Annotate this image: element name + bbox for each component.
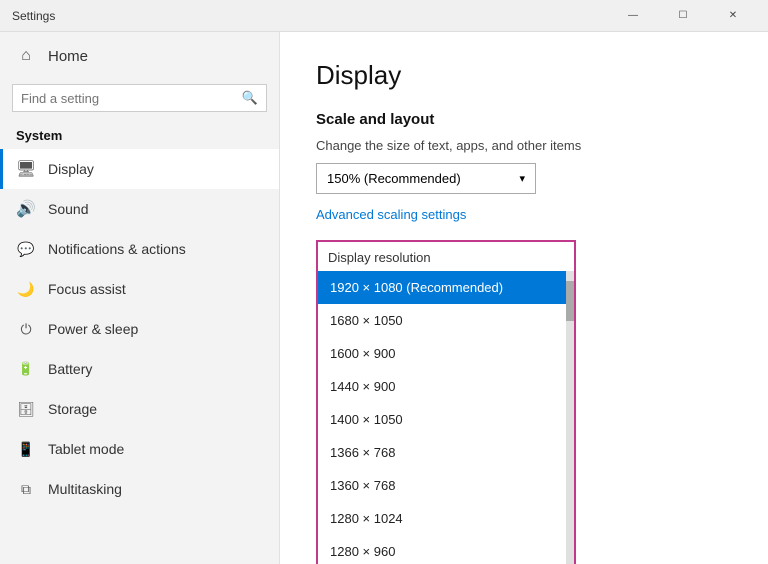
maximize-button[interactable]: ☐ — [660, 0, 706, 32]
resolution-item-6[interactable]: 1360 × 768 — [318, 469, 566, 502]
resolution-item-4[interactable]: 1400 × 1050 — [318, 403, 566, 436]
display-icon: 🖥 — [16, 159, 36, 179]
resolution-list: 1920 × 1080 (Recommended) 1680 × 1050 16… — [318, 271, 566, 564]
sidebar-item-label: Multitasking — [48, 481, 122, 497]
home-icon: ⌂ — [16, 46, 36, 66]
resolution-item-8[interactable]: 1280 × 960 — [318, 535, 566, 564]
search-icon: 🔍 — [242, 90, 258, 106]
sidebar-item-notifications[interactable]: 💬 Notifications & actions — [0, 229, 279, 269]
tablet-icon: 📱 — [16, 439, 36, 459]
titlebar: Settings — ☐ ✕ — [0, 0, 768, 32]
sidebar-item-power-sleep[interactable]: ⏻ Power & sleep — [0, 309, 279, 349]
sidebar-item-label: Display — [48, 161, 94, 177]
battery-icon: 🔋 — [16, 359, 36, 379]
window-controls: — ☐ ✕ — [610, 0, 756, 32]
notifications-icon: 💬 — [16, 239, 36, 259]
sidebar-item-label: Notifications & actions — [48, 241, 186, 257]
minimize-button[interactable]: — — [610, 0, 656, 32]
sidebar-item-battery[interactable]: 🔋 Battery — [0, 349, 279, 389]
sidebar-item-tablet-mode[interactable]: 📱 Tablet mode — [0, 429, 279, 469]
sidebar-item-label: Storage — [48, 401, 97, 417]
sidebar-item-label: Tablet mode — [48, 441, 124, 457]
main-content: Display Scale and layout Change the size… — [280, 32, 768, 564]
search-box[interactable]: 🔍 — [12, 84, 267, 112]
sidebar-item-storage[interactable]: 🗄 Storage — [0, 389, 279, 429]
scale-dropdown-value: 150% (Recommended) — [327, 171, 461, 186]
sidebar-home[interactable]: ⌂ Home — [0, 32, 279, 80]
scale-dropdown[interactable]: 150% (Recommended) ▾ — [316, 163, 536, 194]
sound-icon: 🔊 — [16, 199, 36, 219]
resolution-box-label: Display resolution — [318, 242, 574, 271]
home-label: Home — [48, 48, 88, 65]
focus-assist-icon: 🌙 — [16, 279, 36, 299]
sidebar-item-label: Sound — [48, 201, 88, 217]
resolution-item-5[interactable]: 1366 × 768 — [318, 436, 566, 469]
resolution-item-3[interactable]: 1440 × 900 — [318, 370, 566, 403]
sidebar-item-label: Power & sleep — [48, 321, 138, 337]
sidebar-item-label: Battery — [48, 361, 92, 377]
page-title: Display — [316, 60, 732, 91]
scale-section-title: Scale and layout — [316, 111, 732, 128]
multitasking-icon: ⧉ — [16, 479, 36, 499]
scrollbar-thumb[interactable] — [566, 281, 574, 321]
scale-description: Change the size of text, apps, and other… — [316, 138, 732, 153]
power-icon: ⏻ — [16, 319, 36, 339]
sidebar-item-multitasking[interactable]: ⧉ Multitasking — [0, 469, 279, 509]
advanced-scaling-link[interactable]: Advanced scaling settings — [316, 207, 466, 222]
sidebar-item-display[interactable]: 🖥 Display — [0, 149, 279, 189]
storage-icon: 🗄 — [16, 399, 36, 419]
resolution-item-2[interactable]: 1600 × 900 — [318, 337, 566, 370]
app-body: ⌂ Home 🔍 System 🖥 Display 🔊 Sound 💬 Noti… — [0, 32, 768, 564]
app-title: Settings — [12, 9, 55, 23]
close-button[interactable]: ✕ — [710, 0, 756, 32]
sidebar-section-label: System — [0, 120, 279, 149]
search-input[interactable] — [21, 91, 236, 106]
sidebar-item-focus-assist[interactable]: 🌙 Focus assist — [0, 269, 279, 309]
resolution-item-1[interactable]: 1680 × 1050 — [318, 304, 566, 337]
resolution-item-7[interactable]: 1280 × 1024 — [318, 502, 566, 535]
sidebar: ⌂ Home 🔍 System 🖥 Display 🔊 Sound 💬 Noti… — [0, 32, 280, 564]
sidebar-item-label: Focus assist — [48, 281, 126, 297]
resolution-item-0[interactable]: 1920 × 1080 (Recommended) — [318, 271, 566, 304]
resolution-list-container: 1920 × 1080 (Recommended) 1680 × 1050 16… — [318, 271, 574, 564]
scrollbar-track[interactable] — [566, 271, 574, 564]
resolution-dropdown-box: Display resolution 1920 × 1080 (Recommen… — [316, 240, 576, 564]
chevron-down-icon: ▾ — [519, 172, 525, 185]
sidebar-item-sound[interactable]: 🔊 Sound — [0, 189, 279, 229]
